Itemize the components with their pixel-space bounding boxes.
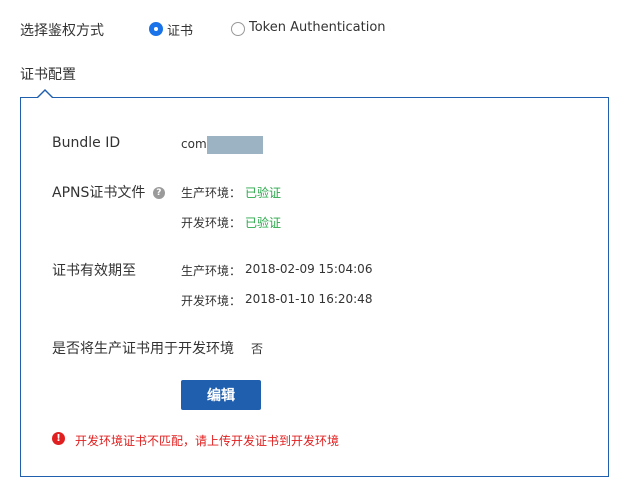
validity-prod-label: 生产环境：	[181, 264, 242, 278]
validity-dev-value: 2018-01-10 16:20:48	[245, 292, 373, 306]
error-icon: !	[52, 432, 65, 445]
section-title: 证书配置	[20, 67, 76, 83]
validity-prod-value: 2018-02-09 15:04:06	[245, 262, 373, 276]
apns-prod-status: 已验证	[245, 186, 282, 200]
use-prod-for-dev-label: 是否将生产证书用于开发环境	[52, 341, 234, 357]
radio-certificate-label[interactable]: 证书	[167, 20, 193, 39]
help-icon[interactable]: ?	[152, 187, 165, 199]
validity-label: 证书有效期至	[52, 263, 136, 279]
apns-prod-label: 生产环境：	[181, 186, 242, 200]
validity-dev-label: 开发环境：	[181, 294, 242, 308]
edit-button[interactable]: 编辑	[181, 380, 261, 410]
radio-token-auth[interactable]	[231, 22, 245, 36]
apns-file-label-text: APNS证书文件	[52, 185, 146, 201]
error-message: 开发环境证书不匹配，请上传开发证书到开发环境	[75, 434, 340, 448]
panel-pointer-fill	[37, 91, 53, 99]
bundle-id-label: Bundle ID	[52, 135, 121, 151]
apns-dev-status: 已验证	[245, 216, 282, 230]
auth-method-label: 选择鉴权方式	[20, 23, 104, 39]
use-prod-for-dev-value: 否	[251, 342, 264, 356]
apns-dev-label: 开发环境：	[181, 216, 242, 230]
cert-config-panel	[20, 97, 609, 477]
redacted-block	[207, 136, 263, 154]
radio-certificate[interactable]	[149, 22, 163, 36]
apns-file-label: APNS证书文件 ?	[52, 182, 165, 202]
radio-token-auth-label[interactable]: Token Authentication	[249, 20, 386, 35]
